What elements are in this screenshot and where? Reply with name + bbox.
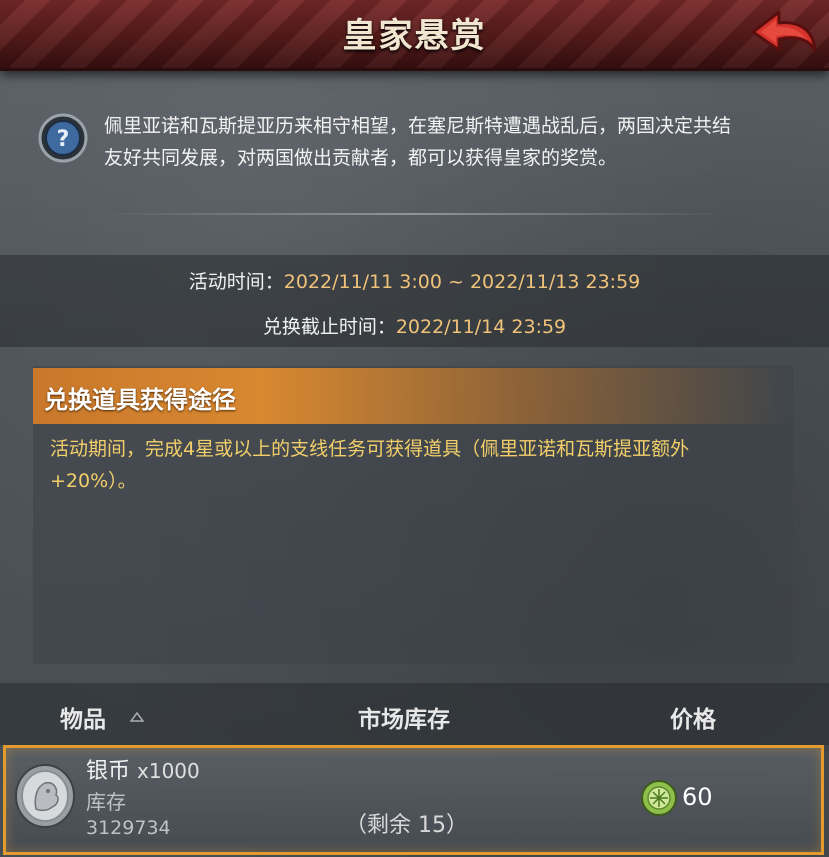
back-arrow-icon	[751, 10, 817, 52]
exchange-deadline-line: 兑换截止时间：2022/11/14 23:59	[0, 312, 829, 339]
exchange-deadline-value: 2022/11/14 23:59	[395, 316, 567, 338]
column-price[interactable]: 价格	[670, 700, 716, 734]
exchange-deadline-label: 兑换截止时间：	[262, 316, 396, 338]
top-header: 皇家悬赏	[0, 0, 829, 71]
page-title: 皇家悬赏	[342, 16, 487, 56]
intro-description: 佩里亚诺和瓦斯提亚历来相守相望，在塞尼斯特遭遇战乱后，两国决定共结友好共同发展，…	[104, 115, 732, 169]
section-body: 活动期间，完成4星或以上的支线任务可获得道具（佩里亚诺和瓦斯提亚额外+20%）。	[50, 438, 690, 492]
help-icon[interactable]: ?	[38, 113, 88, 163]
divider	[100, 213, 730, 215]
inventory-label: 库存	[86, 790, 126, 814]
item-quantity: x1000	[137, 759, 200, 783]
item-name: 银币 x1000	[86, 753, 200, 785]
svg-text:?: ?	[57, 127, 70, 152]
event-time-line: 活动时间：2022/11/11 3:00 ~ 2022/11/13 23:59	[0, 267, 829, 294]
back-button[interactable]	[749, 6, 819, 58]
column-market-stock[interactable]: 市场库存	[358, 700, 450, 734]
column-item[interactable]: 物品	[60, 700, 106, 734]
section-title: 兑换道具获得途径	[44, 386, 236, 414]
sort-asc-icon[interactable]	[130, 712, 144, 722]
remaining-stock: （剩余 15）	[345, 813, 468, 838]
price-currency-icon	[641, 780, 677, 816]
silver-coin-icon	[15, 764, 75, 828]
inventory-value: 3129734	[86, 817, 171, 839]
price-value: 60	[682, 783, 713, 811]
item-name-text: 银币	[86, 759, 131, 784]
event-time-label: 活动时间：	[188, 271, 284, 293]
event-time-value: 2022/11/11 3:00 ~ 2022/11/13 23:59	[283, 271, 641, 293]
